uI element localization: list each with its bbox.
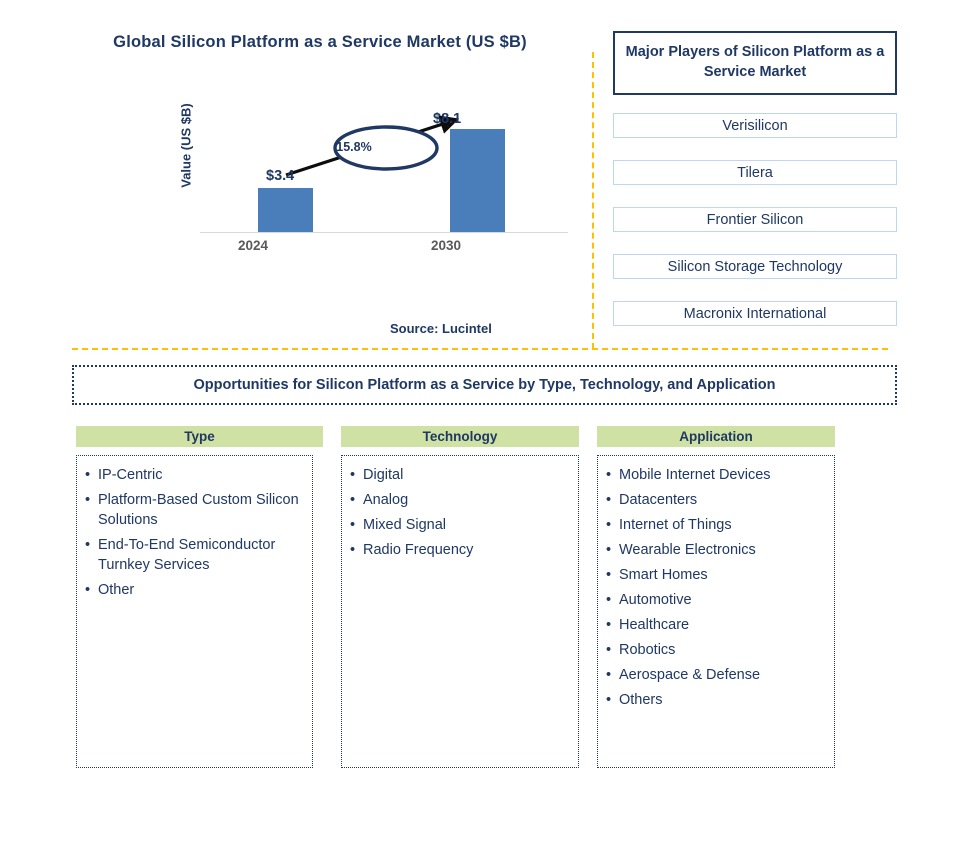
player-item: Silicon Storage Technology: [613, 254, 897, 279]
x-tick-2030: 2030: [430, 238, 462, 253]
list-item: Radio Frequency: [350, 540, 570, 560]
bar-value-2030: $8.1: [433, 111, 462, 127]
player-item: Frontier Silicon: [613, 207, 897, 232]
bar-value-2024: $3.4: [266, 168, 295, 184]
vertical-divider: [592, 52, 594, 349]
list-item: Automotive: [606, 590, 826, 610]
column-body-type: IP-Centric Platform-Based Custom Silicon …: [76, 455, 313, 768]
infographic-canvas: Global Silicon Platform as a Service Mar…: [0, 0, 961, 847]
application-list: Mobile Internet Devices Datacenters Intern…: [606, 465, 826, 710]
list-item: Analog: [350, 490, 570, 510]
major-players-list: Verisilicon Tilera Frontier Silicon Sili…: [613, 113, 897, 348]
list-item: Aerospace & Defense: [606, 665, 826, 685]
major-players-header: Major Players of Silicon Platform as a S…: [613, 31, 897, 95]
list-item: Healthcare: [606, 615, 826, 635]
player-item: Verisilicon: [613, 113, 897, 138]
technology-list: Digital Analog Mixed Signal Radio Frequency: [350, 465, 570, 560]
list-item: Robotics: [606, 640, 826, 660]
source-label: Source: Lucintel: [390, 321, 492, 336]
player-item: Tilera: [613, 160, 897, 185]
type-list: IP-Centric Platform-Based Custom Silicon …: [85, 465, 304, 600]
column-header-type: Type: [76, 426, 323, 447]
x-axis-line: [200, 232, 568, 233]
column-header-application: Application: [597, 426, 835, 447]
x-tick-2024: 2024: [237, 238, 269, 253]
list-item: Datacenters: [606, 490, 826, 510]
list-item: Other: [85, 580, 304, 600]
list-item: Wearable Electronics: [606, 540, 826, 560]
chart-title: Global Silicon Platform as a Service Mar…: [113, 33, 527, 51]
opportunities-banner: Opportunities for Silicon Platform as a …: [72, 365, 897, 405]
column-header-technology: Technology: [341, 426, 579, 447]
list-item: Mixed Signal: [350, 515, 570, 535]
player-item: Macronix International: [613, 301, 897, 326]
list-item: Internet of Things: [606, 515, 826, 535]
column-body-technology: Digital Analog Mixed Signal Radio Frequency: [341, 455, 579, 768]
list-item: Mobile Internet Devices: [606, 465, 826, 485]
list-item: IP-Centric: [85, 465, 304, 485]
list-item: End-To-End Semiconductor Turnkey Service…: [85, 535, 304, 575]
bar-chart: Value (US $B) 15.8% $3.4 $8.1 2024 2030: [168, 100, 568, 260]
horizontal-divider: [72, 348, 888, 350]
cagr-arrow-group: [285, 115, 460, 177]
list-item: Digital: [350, 465, 570, 485]
cagr-label: 15.8%: [336, 140, 372, 154]
list-item: Smart Homes: [606, 565, 826, 585]
y-axis-label: Value (US $B): [178, 103, 194, 188]
column-body-application: Mobile Internet Devices Datacenters Intern…: [597, 455, 835, 768]
list-item: Platform-Based Custom Silicon Solutions: [85, 490, 304, 530]
list-item: Others: [606, 690, 826, 710]
